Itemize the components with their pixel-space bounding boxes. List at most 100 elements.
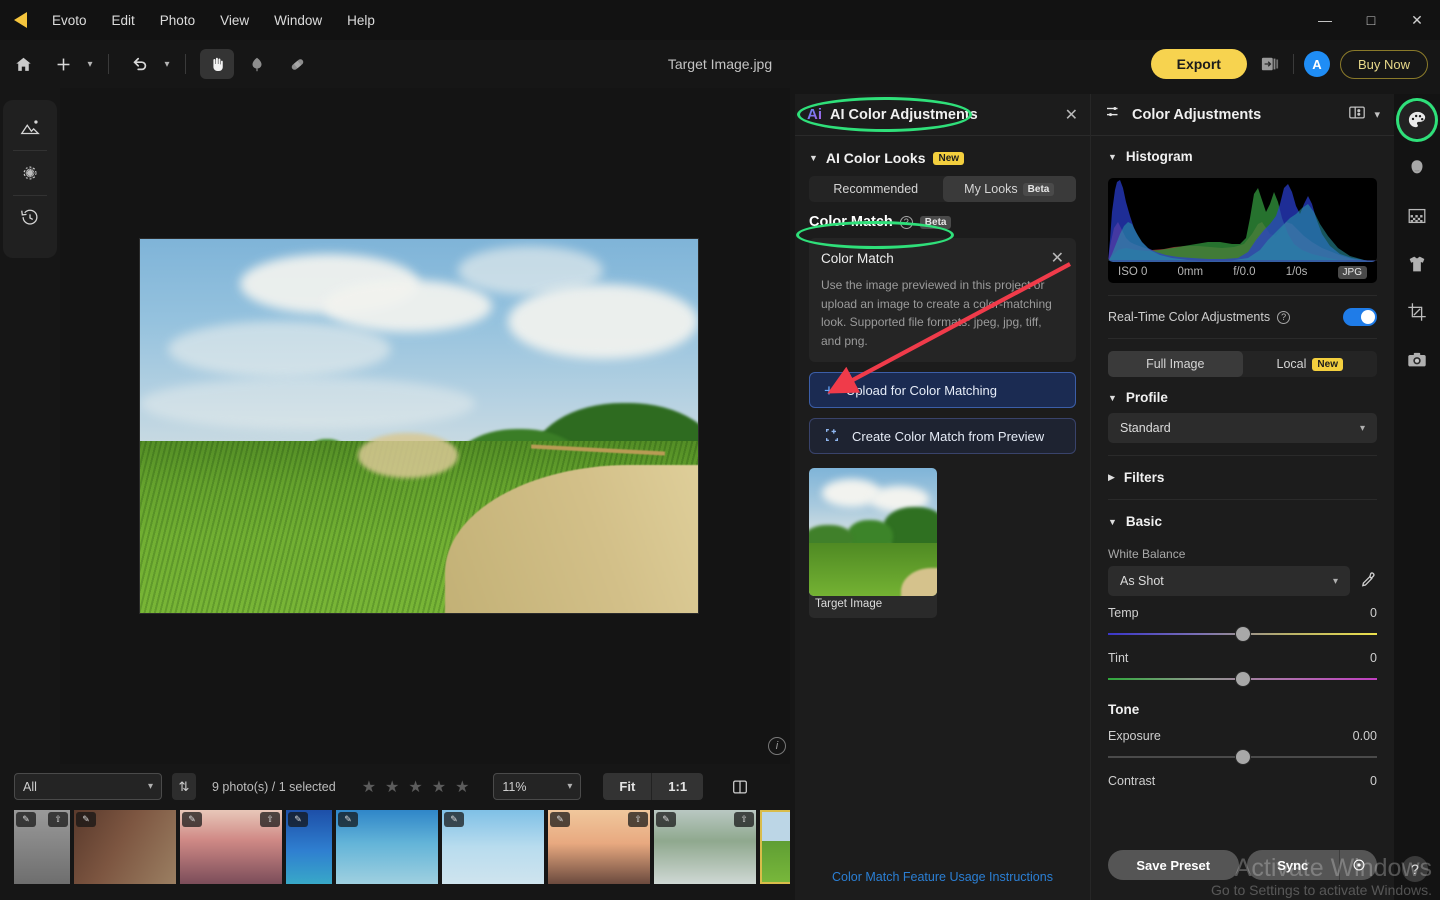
menu-item-help[interactable]: Help bbox=[335, 8, 387, 33]
color-palette-icon[interactable] bbox=[1396, 98, 1438, 142]
zoom-select[interactable]: 11% ▾ bbox=[493, 773, 582, 800]
image-canvas[interactable] bbox=[60, 88, 790, 764]
basic-header[interactable]: ▼ Basic bbox=[1091, 512, 1394, 537]
tab-my-looks[interactable]: My Looks Beta bbox=[942, 176, 1076, 202]
fit-button[interactable]: Fit bbox=[603, 773, 652, 800]
portrait-retouch-icon[interactable] bbox=[1399, 150, 1435, 186]
sync-settings-icon[interactable] bbox=[1339, 850, 1377, 880]
tab-recommended-label: Recommended bbox=[833, 182, 919, 196]
list-item[interactable]: ✎ bbox=[286, 810, 332, 884]
buy-now-button[interactable]: Buy Now bbox=[1339, 49, 1428, 79]
exposure-slider[interactable] bbox=[1108, 750, 1377, 764]
panel-layout-icon[interactable] bbox=[1348, 105, 1366, 125]
sort-icon[interactable]: ⇅ bbox=[172, 773, 196, 800]
ai-color-looks-header[interactable]: ▼ AI Color Looks New bbox=[795, 136, 1090, 174]
hand-tool-icon[interactable] bbox=[200, 49, 234, 79]
left-tool-rail bbox=[3, 100, 57, 258]
color-match-description: Use the image previewed in this project … bbox=[821, 278, 1052, 348]
menu-item-window[interactable]: Window bbox=[262, 8, 334, 33]
list-item[interactable]: ✎ bbox=[336, 810, 438, 884]
close-button[interactable]: ✕ bbox=[1394, 0, 1440, 40]
target-image-thumbnail[interactable]: Target Image bbox=[809, 468, 937, 619]
tab-local[interactable]: Local New bbox=[1243, 351, 1378, 377]
tab-my-looks-label: My Looks bbox=[964, 182, 1018, 196]
upload-badge-icon: ⇧ bbox=[734, 812, 754, 827]
star-4[interactable]: ★ bbox=[432, 777, 446, 797]
help-circle-icon[interactable]: ? bbox=[899, 215, 913, 229]
mask-tools-icon[interactable] bbox=[9, 151, 51, 195]
one-to-one-button[interactable]: 1:1 bbox=[651, 773, 704, 800]
undo-dropdown-chevron-down-icon[interactable]: ▾ bbox=[157, 49, 177, 79]
list-item[interactable]: ✎ ⇧ bbox=[180, 810, 282, 884]
filmstrip[interactable]: ✎ ⇧ ✎ ✎ ⇧ ✎ ✎ ✎ ✎ ⇧ ✎ ⇧ bbox=[14, 810, 790, 884]
star-2[interactable]: ★ bbox=[385, 777, 399, 797]
info-icon[interactable]: i bbox=[768, 737, 786, 755]
rating-stars[interactable]: ★ ★ ★ ★ ★ bbox=[362, 777, 470, 797]
list-item[interactable]: ✎ ⇧ bbox=[654, 810, 756, 884]
create-color-match-from-preview-button[interactable]: Create Color Match from Preview bbox=[809, 418, 1076, 455]
preview-cloud bbox=[167, 321, 392, 378]
menu-item-photo[interactable]: Photo bbox=[148, 8, 207, 33]
color-match-card-header: Color Match ✕ bbox=[821, 248, 1064, 268]
close-icon[interactable]: ✕ bbox=[1051, 248, 1064, 268]
share-export-icon[interactable] bbox=[1257, 52, 1283, 76]
list-item[interactable]: ✎ ⇧ bbox=[548, 810, 650, 884]
tint-slider-knob[interactable] bbox=[1235, 672, 1250, 686]
save-preset-button[interactable]: Save Preset bbox=[1108, 850, 1239, 880]
menu-item-evoto[interactable]: Evoto bbox=[40, 8, 99, 33]
crop-icon[interactable] bbox=[1399, 294, 1435, 330]
chevron-down-icon[interactable]: ▾ bbox=[1374, 108, 1380, 121]
shutter-speed-value: 1/0s bbox=[1285, 266, 1308, 278]
camera-icon[interactable] bbox=[1399, 342, 1435, 378]
home-icon[interactable] bbox=[6, 49, 40, 79]
create-button-label: Create Color Match from Preview bbox=[852, 428, 1045, 444]
list-item[interactable]: ✎ bbox=[74, 810, 176, 884]
star-5[interactable]: ★ bbox=[455, 777, 469, 797]
tint-slider[interactable] bbox=[1108, 672, 1377, 686]
healing-brush-icon[interactable] bbox=[280, 49, 314, 79]
profile-header[interactable]: ▼ Profile bbox=[1091, 377, 1394, 413]
color-match-label: Color Match bbox=[809, 214, 893, 230]
add-button[interactable] bbox=[46, 49, 80, 79]
history-icon[interactable] bbox=[9, 196, 51, 240]
list-item[interactable]: ✎ bbox=[442, 810, 544, 884]
close-icon[interactable]: ✕ bbox=[1065, 105, 1078, 125]
texture-skin-icon[interactable] bbox=[1399, 198, 1435, 234]
exposure-slider-knob[interactable] bbox=[1235, 750, 1250, 764]
profile-select[interactable]: Standard ▾ bbox=[1108, 413, 1377, 443]
color-match-instructions-link[interactable]: Color Match Feature Usage Instructions bbox=[795, 870, 1090, 884]
undo-icon[interactable] bbox=[123, 49, 157, 79]
compare-view-icon[interactable] bbox=[727, 773, 753, 800]
chevron-down-icon: ▾ bbox=[1332, 575, 1338, 587]
filter-select[interactable]: All ▾ bbox=[14, 773, 162, 800]
help-circle-icon[interactable]: ? bbox=[1277, 310, 1291, 324]
export-button[interactable]: Export bbox=[1150, 49, 1247, 79]
filters-header[interactable]: ▶ Filters bbox=[1091, 468, 1394, 487]
white-balance-select[interactable]: As Shot ▾ bbox=[1108, 566, 1350, 596]
evoto-app-window: Evoto Edit Photo View Window Help — □ ✕ … bbox=[0, 0, 1440, 900]
histogram-header[interactable]: ▼ Histogram bbox=[1091, 136, 1394, 172]
upload-for-color-matching-button[interactable]: + Upload for Color Matching bbox=[809, 372, 1076, 409]
clothing-icon[interactable] bbox=[1399, 246, 1435, 282]
tab-full-image[interactable]: Full Image bbox=[1108, 351, 1243, 377]
sync-button[interactable]: Sync bbox=[1246, 850, 1339, 880]
temp-slider-knob[interactable] bbox=[1235, 627, 1250, 641]
menu-item-edit[interactable]: Edit bbox=[100, 8, 147, 33]
help-button[interactable]: ? bbox=[1402, 856, 1428, 882]
dodge-burn-icon[interactable] bbox=[240, 49, 274, 79]
maximize-button[interactable]: □ bbox=[1348, 0, 1394, 40]
tab-recommended[interactable]: Recommended bbox=[809, 176, 943, 202]
star-1[interactable]: ★ bbox=[362, 777, 376, 797]
realtime-toggle[interactable] bbox=[1343, 308, 1377, 326]
eyedropper-icon[interactable] bbox=[1359, 571, 1377, 591]
avatar[interactable]: A bbox=[1303, 51, 1330, 77]
evoto-logo-icon bbox=[12, 11, 30, 29]
star-3[interactable]: ★ bbox=[408, 777, 422, 797]
list-item[interactable] bbox=[760, 810, 790, 884]
list-item[interactable]: ✎ ⇧ bbox=[14, 810, 70, 884]
menu-item-view[interactable]: View bbox=[208, 8, 261, 33]
image-tools-icon[interactable] bbox=[9, 106, 51, 150]
temp-slider[interactable] bbox=[1108, 627, 1377, 641]
add-dropdown-chevron-down-icon[interactable]: ▾ bbox=[80, 49, 100, 79]
minimize-button[interactable]: — bbox=[1302, 0, 1348, 40]
